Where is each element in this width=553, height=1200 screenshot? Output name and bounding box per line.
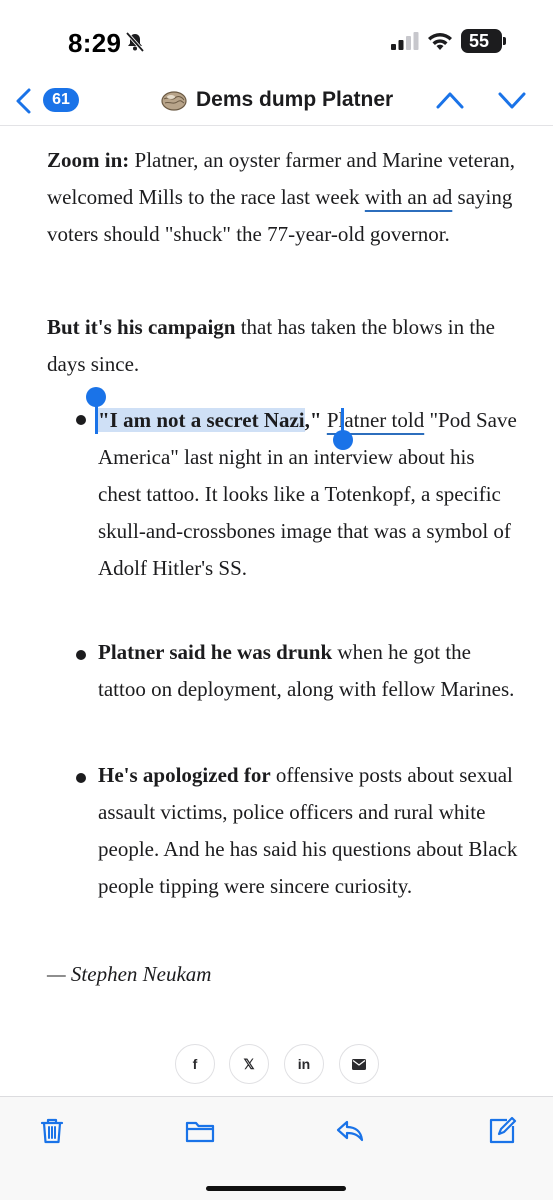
bullet-bold-lead: He's apologized for [98,763,271,787]
bell-slash-icon [125,31,145,53]
linkedin-share-button[interactable]: in [284,1044,324,1084]
message-subject-title: Dems dump Platner [160,85,393,115]
selected-quote-text[interactable]: "I am not a secret Nazi [98,408,305,432]
ad-link[interactable]: with an ad [365,185,452,209]
bullet-item-drunk: Platner said he was drunk when he got th… [98,634,518,708]
selection-start-caret [95,400,98,434]
battery-indicator: 55 [461,29,502,53]
paragraph-campaign: But it's his campaign that has taken the… [47,309,517,383]
linkedin-icon: in [297,1056,311,1072]
wifi-icon [428,33,452,50]
x-icon: 𝕏 [243,1055,255,1072]
unread-count-badge[interactable]: 61 [43,88,79,112]
selection-end-handle[interactable] [333,430,353,450]
bullet-bold-lead: Platner said he was drunk [98,640,333,664]
paragraph-zoom-in: Zoom in: Platner, an oyster farmer and M… [47,142,517,253]
mail-nav-bar: 61 Dems dump Platner [0,80,553,126]
chevron-up-icon[interactable] [434,86,466,114]
bullet-dot [76,415,86,425]
folder-icon[interactable] [184,1115,216,1147]
zoom-in-label: Zoom in: [47,148,130,172]
subject-text: Dems dump Platner [196,88,394,111]
battery-cap [503,37,506,45]
x-share-button[interactable]: 𝕏 [229,1044,269,1084]
quote-end: ," [304,408,322,432]
home-indicator[interactable] [206,1186,346,1191]
battery-level: 55 [468,31,490,51]
compose-icon[interactable] [485,1115,517,1147]
bullet-item-apologized: He's apologized for offensive posts abou… [98,757,518,905]
trash-icon[interactable] [36,1115,68,1147]
facebook-share-button[interactable]: f [175,1044,215,1084]
bullet-dot [76,650,86,660]
byline: — Stephen Neukam [47,962,212,986]
mail-toolbar [0,1096,553,1200]
status-bar: 8:29 55 [0,0,553,80]
facebook-icon: f [192,1056,198,1072]
reply-icon[interactable] [334,1115,366,1147]
cellular-signal-icon [391,32,419,50]
bullet-item-nazi-quote: "I am not a secret Nazi," Platner told "… [98,402,518,587]
email-share-button[interactable] [339,1044,379,1084]
oyster-icon [161,91,187,111]
bullet-text: "Pod Save America" last night in an inte… [98,408,517,580]
envelope-icon [352,1058,366,1070]
campaign-label: But it's his campaign [47,315,236,339]
share-row: f 𝕏 in [0,1044,553,1084]
bullet-dot [76,773,86,783]
chevron-left-icon[interactable] [12,86,36,116]
chevron-down-icon[interactable] [496,86,528,114]
status-time: 8:29 [68,28,122,58]
